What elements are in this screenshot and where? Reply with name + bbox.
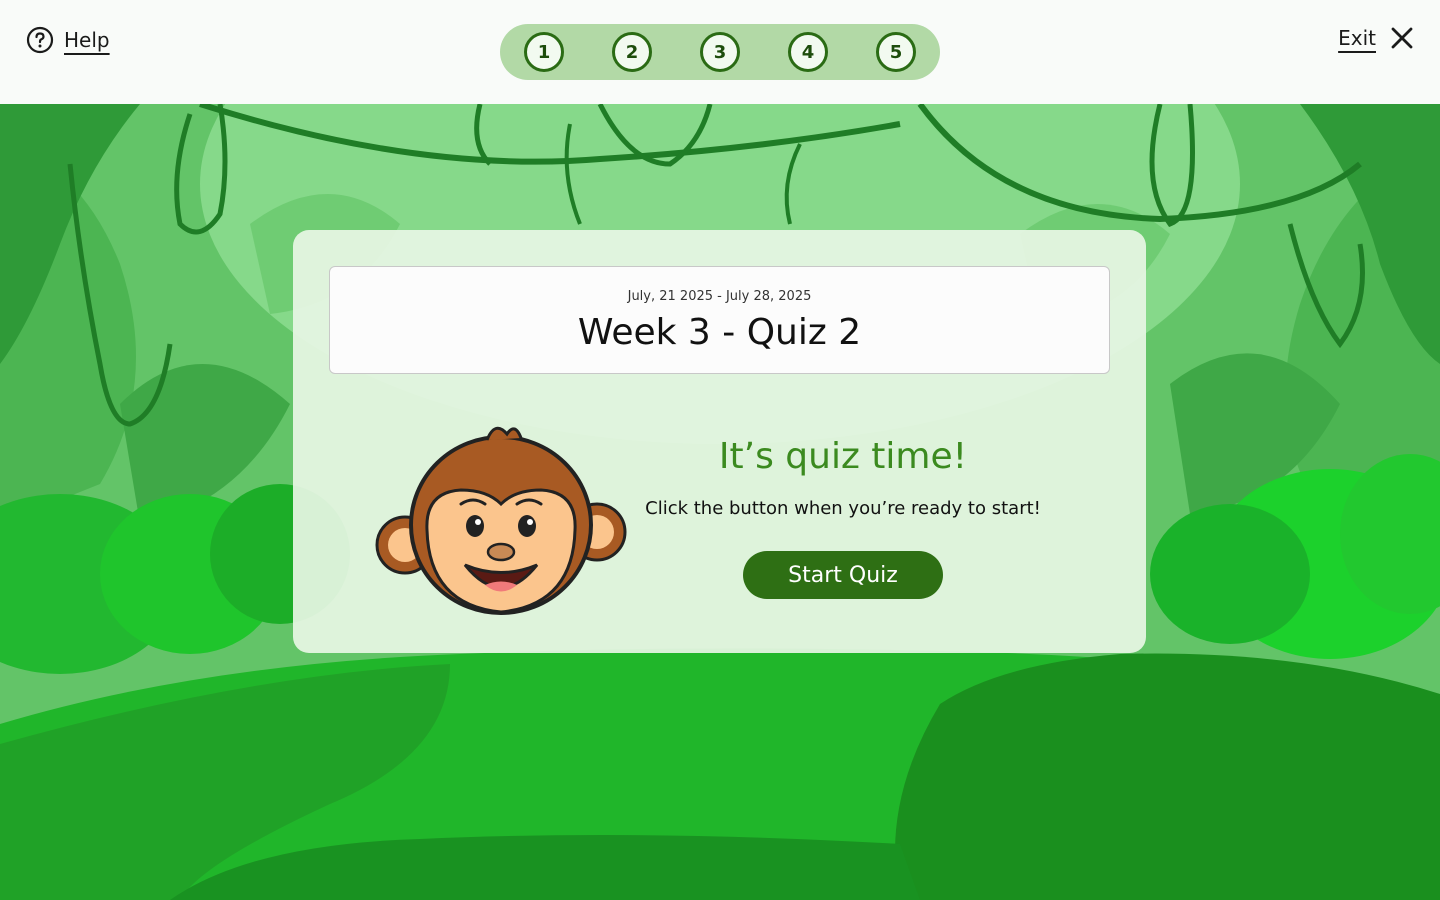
- quiz-instruction: Click the button when you’re ready to st…: [645, 498, 1041, 519]
- step-5[interactable]: 5: [876, 32, 916, 72]
- help-label: Help: [64, 28, 110, 52]
- quiz-card: July, 21 2025 - July 28, 2025 Week 3 - Q…: [293, 230, 1146, 653]
- step-3[interactable]: 3: [700, 32, 740, 72]
- quiz-headline: It’s quiz time!: [718, 436, 968, 477]
- quiz-date-range: July, 21 2025 - July 28, 2025: [627, 289, 812, 304]
- question-stepper: 1 2 3 4 5: [500, 24, 940, 80]
- monkey-mascot: [375, 426, 627, 615]
- help-button[interactable]: Help: [26, 26, 110, 54]
- exit-label: Exit: [1338, 26, 1376, 50]
- quiz-title: Week 3 - Quiz 2: [577, 312, 862, 353]
- question-circle-icon: [26, 26, 54, 54]
- step-4[interactable]: 4: [788, 32, 828, 72]
- top-bar: Help 1 2 3 4 5 Exit: [0, 0, 1440, 104]
- quiz-title-box: July, 21 2025 - July 28, 2025 Week 3 - Q…: [329, 266, 1110, 374]
- close-icon: [1391, 27, 1413, 49]
- step-1[interactable]: 1: [524, 32, 564, 72]
- exit-button[interactable]: Exit: [1338, 26, 1414, 50]
- start-quiz-button[interactable]: Start Quiz: [743, 551, 943, 599]
- step-2[interactable]: 2: [612, 32, 652, 72]
